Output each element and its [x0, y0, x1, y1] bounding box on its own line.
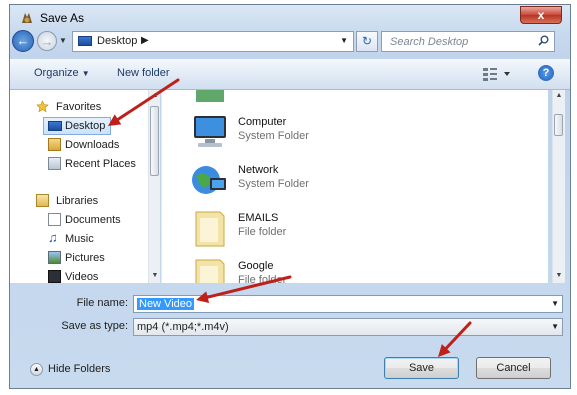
scroll-up-icon[interactable]: ▲	[553, 92, 565, 99]
organize-label: Organize	[34, 67, 79, 79]
forward-arrow-icon: →	[40, 34, 54, 49]
save-as-type-select[interactable]: mp4 (*.mp4;*.m4v) ▼	[133, 318, 563, 336]
hide-folders-label: Hide Folders	[48, 363, 111, 375]
nav-favorites-label: Favorites	[56, 101, 102, 113]
scroll-up-icon[interactable]: ▲	[149, 92, 160, 99]
file-item-computer-type: System Folder	[238, 130, 309, 142]
nav-item-music-label: Music	[65, 233, 94, 245]
nav-item-downloads-label: Downloads	[65, 139, 120, 151]
nav-item-downloads[interactable]: Downloads	[10, 136, 148, 154]
file-name-label: File name:	[76, 297, 128, 309]
desktop-icon	[48, 121, 62, 131]
help-button[interactable]: ?	[538, 65, 554, 81]
chevron-up-icon: ▲	[30, 363, 43, 376]
file-item-emails-type: File folder	[238, 226, 287, 238]
address-dropdown-icon[interactable]: ▼	[340, 36, 348, 45]
navigation-pane: Favorites Desktop Downloads Recent Place…	[10, 90, 160, 283]
nav-item-videos-label: Videos	[65, 271, 99, 283]
file-item-google-name: Google	[238, 260, 274, 272]
nav-item-desktop-label: Desktop	[65, 120, 106, 132]
nav-item-documents-label: Documents	[65, 214, 121, 226]
nav-scroll-thumb[interactable]	[150, 106, 159, 176]
nav-scrollbar[interactable]: ▲ ▼	[148, 90, 160, 283]
new-folder-button[interactable]: New folder	[117, 67, 170, 79]
scroll-down-icon[interactable]: ▼	[553, 272, 565, 279]
scroll-down-icon[interactable]: ▼	[149, 272, 160, 279]
nav-item-recent-places-label: Recent Places	[65, 158, 136, 170]
file-item-network-type: System Folder	[238, 178, 309, 190]
downloads-icon	[48, 138, 61, 151]
title-bar[interactable]: Save As x	[10, 5, 570, 31]
file-item-network-name: Network	[238, 164, 279, 176]
nav-item-recent-places[interactable]: Recent Places	[10, 155, 148, 173]
file-list-scroll-thumb[interactable]	[554, 114, 563, 136]
file-list-scrollbar[interactable]: ▲ ▼	[552, 90, 565, 283]
address-location[interactable]: Desktop	[97, 35, 137, 47]
file-name-value: New Video	[137, 298, 194, 310]
nav-libraries-label: Libraries	[56, 195, 99, 207]
documents-icon	[48, 213, 61, 226]
file-list: Computer System Folder Network System Fo…	[161, 90, 548, 283]
search-box[interactable]: Search Desktop	[381, 31, 555, 52]
nav-item-desktop[interactable]: Desktop	[43, 117, 111, 135]
close-button[interactable]: x	[520, 6, 562, 24]
refresh-icon: ↻	[361, 34, 373, 48]
file-name-input[interactable]: New Video ▼	[133, 295, 563, 313]
nav-item-documents[interactable]: Documents	[10, 211, 148, 229]
folder-icon	[195, 259, 225, 283]
chevron-down-icon: ▼	[81, 69, 90, 78]
libraries-icon	[36, 194, 49, 207]
computer-icon	[194, 116, 226, 147]
refresh-button[interactable]: ↻	[356, 31, 378, 52]
nav-libraries[interactable]: Libraries	[10, 192, 148, 210]
nav-item-pictures-label: Pictures	[65, 252, 105, 264]
cancel-button[interactable]: Cancel	[476, 357, 551, 379]
forward-button[interactable]: →	[37, 31, 57, 51]
address-bar[interactable]: Desktop ▶ ▼	[72, 31, 354, 52]
videos-icon	[48, 270, 61, 283]
music-icon: ♫	[48, 230, 58, 245]
desktop-icon	[78, 36, 92, 46]
close-icon: x	[537, 8, 545, 22]
chevron-down-icon[interactable]: ▼	[551, 299, 559, 308]
organize-button[interactable]: Organize ▼	[34, 67, 90, 79]
chevron-down-icon[interactable]: ▼	[551, 322, 559, 331]
nav-item-music[interactable]: ♫ Music	[10, 230, 148, 248]
recent-places-icon	[48, 157, 61, 170]
save-as-type-value: mp4 (*.mp4;*.m4v)	[137, 321, 229, 333]
nav-item-videos[interactable]: Videos	[10, 268, 148, 283]
folder-icon	[195, 211, 225, 247]
file-item-emails-name: EMAILS	[238, 212, 279, 224]
window-title: Save As	[40, 11, 85, 25]
app-icon	[22, 13, 32, 23]
nav-favorites[interactable]: Favorites	[10, 98, 148, 116]
file-item-google-type: File folder	[238, 274, 287, 283]
back-button[interactable]: ←	[12, 30, 34, 52]
folder-icon	[196, 90, 224, 102]
nav-item-pictures[interactable]: Pictures	[10, 249, 148, 267]
search-icon[interactable]	[538, 35, 549, 46]
search-placeholder: Search Desktop	[390, 36, 469, 48]
change-view-icon[interactable]	[482, 66, 512, 82]
command-toolbar: Organize ▼ New folder ?	[10, 59, 570, 90]
breadcrumb-chevron-icon[interactable]: ▶	[141, 35, 149, 46]
file-item-computer-name: Computer	[238, 116, 287, 128]
pictures-icon	[48, 251, 61, 264]
network-icon	[192, 166, 226, 194]
recent-pages-dropdown-icon[interactable]: ▼	[59, 36, 67, 45]
star-icon	[36, 100, 49, 113]
help-icon: ?	[542, 67, 550, 79]
back-arrow-icon: ←	[16, 33, 30, 48]
save-as-type-label: Save as type:	[61, 320, 128, 332]
save-button[interactable]: Save	[384, 357, 459, 379]
